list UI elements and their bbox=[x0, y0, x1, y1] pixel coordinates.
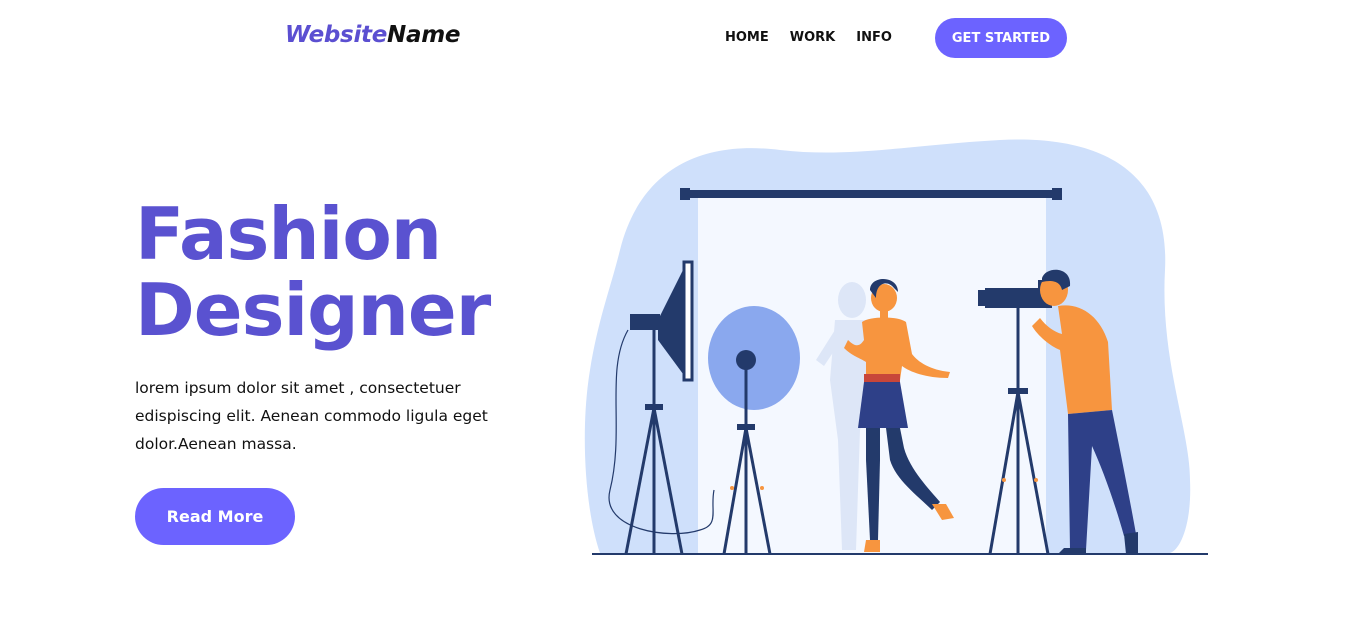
hero-title-line2: Designer bbox=[135, 268, 491, 352]
backdrop-bar-cap-right bbox=[1052, 188, 1062, 200]
main-nav: HOME WORK INFO bbox=[725, 30, 913, 45]
read-more-button[interactable]: Read More bbox=[135, 488, 295, 545]
get-started-button[interactable]: GET STARTED bbox=[935, 18, 1067, 58]
logo-part-website: Website bbox=[285, 22, 388, 48]
nav-work[interactable]: WORK bbox=[790, 30, 835, 45]
nav-info[interactable]: INFO bbox=[856, 30, 892, 45]
hero-description: lorem ipsum dolor sit amet , consectetue… bbox=[135, 379, 488, 453]
backdrop-bar bbox=[682, 190, 1062, 198]
logo-part-name: Name bbox=[387, 22, 461, 48]
backdrop-bar-cap-left bbox=[680, 188, 690, 200]
logo[interactable]: WebsiteName bbox=[285, 22, 460, 48]
hero-title-line1: Fashion bbox=[135, 192, 442, 276]
hero-title: Fashion Designer bbox=[135, 192, 491, 352]
nav-home[interactable]: HOME bbox=[725, 30, 769, 45]
photo-studio-illustration bbox=[584, 139, 1208, 555]
